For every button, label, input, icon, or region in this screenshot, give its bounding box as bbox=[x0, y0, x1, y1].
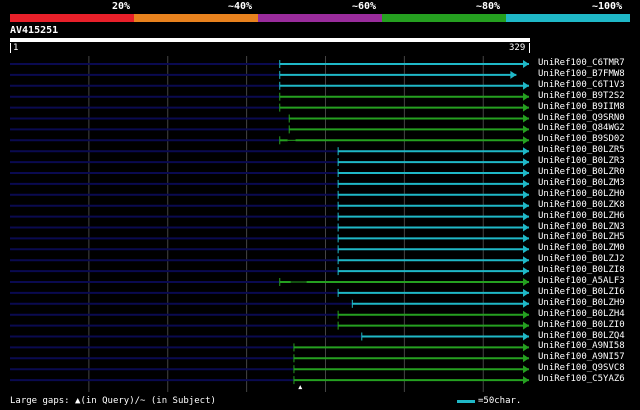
scale-label-20: 20% bbox=[112, 1, 131, 12]
hit-arrow bbox=[523, 332, 529, 341]
hit-arrow bbox=[523, 81, 529, 90]
hit-arrow bbox=[523, 147, 529, 156]
scale-legend-swatch bbox=[457, 399, 475, 403]
hit-arrow bbox=[523, 169, 529, 177]
hit-label[interactable]: UniRef100_B0LZQ4 bbox=[538, 331, 625, 342]
hit-label[interactable]: UniRef100_B7FMW8 bbox=[538, 69, 625, 80]
hit-arrow bbox=[523, 321, 529, 330]
gaps-legend: Large gaps: ▲(in Query)/~ (in Subject) bbox=[10, 396, 216, 406]
hit-arrow bbox=[523, 92, 529, 101]
hit-arrow bbox=[510, 70, 517, 79]
hit-arrow bbox=[523, 212, 529, 221]
hit-arrow bbox=[523, 125, 529, 134]
hit-label[interactable]: UniRef100_B0LZI6 bbox=[538, 287, 625, 298]
hit-label[interactable]: UniRef100_B0LZI0 bbox=[538, 320, 625, 331]
hit-label[interactable]: UniRef100_B0LZM3 bbox=[538, 178, 625, 189]
hit-label[interactable]: UniRef100_Q9SVC8 bbox=[538, 363, 625, 374]
alignment-plot: UniRef100_C6TMR7 UniRef100_B7FMW8 UniRef10… bbox=[0, 56, 640, 392]
hit-arrow bbox=[523, 365, 529, 374]
hit-arrow bbox=[523, 223, 529, 232]
hit-arrow bbox=[523, 267, 529, 276]
hit-arrow bbox=[523, 190, 529, 199]
hit-label[interactable]: UniRef100_A9NI57 bbox=[538, 352, 625, 363]
hit-label[interactable]: UniRef100_B0LZI8 bbox=[538, 265, 625, 276]
identity-color-scale bbox=[10, 14, 630, 22]
hit-arrow bbox=[523, 158, 529, 167]
hit-arrow bbox=[523, 245, 529, 254]
query-gap-marker bbox=[298, 385, 303, 390]
scale-seg-green bbox=[382, 14, 506, 22]
ruler-end-tick bbox=[529, 43, 530, 53]
hit-label[interactable]: UniRef100_B0LZH5 bbox=[538, 232, 625, 243]
scale-seg-purple bbox=[258, 14, 382, 22]
scale-legend-label: =50char. bbox=[478, 396, 522, 406]
ruler-start-label: 1 bbox=[13, 43, 19, 53]
hit-arrow bbox=[523, 288, 529, 297]
query-bar bbox=[10, 38, 530, 42]
query-title: AV415251 bbox=[10, 25, 59, 36]
hit-label[interactable]: UniRef100_B0LZH0 bbox=[538, 189, 625, 200]
scale-label-40: ~40% bbox=[228, 1, 253, 12]
scale-label-100: ~100% bbox=[592, 1, 623, 12]
scale-label-80: ~80% bbox=[476, 1, 501, 12]
hit-arrow bbox=[523, 310, 529, 319]
hit-label[interactable]: UniRef100_C6T1V3 bbox=[538, 80, 625, 91]
hit-label[interactable]: UniRef100_Q84WG2 bbox=[538, 123, 625, 134]
hit-label[interactable]: UniRef100_B9SD02 bbox=[538, 134, 625, 145]
hit-arrow bbox=[523, 136, 529, 145]
hit-arrow bbox=[523, 256, 529, 265]
hit-label[interactable]: UniRef100_B0LZR0 bbox=[538, 167, 625, 178]
identity-scale-labels: 20% ~40% ~60% ~80% ~100% bbox=[0, 0, 640, 14]
hit-arrow bbox=[523, 114, 529, 123]
hit-arrow bbox=[523, 299, 529, 308]
hit-label[interactable]: UniRef100_B0LZN3 bbox=[538, 222, 625, 233]
hit-label[interactable]: UniRef100_B0LZR3 bbox=[538, 156, 625, 167]
hit-arrow bbox=[523, 354, 529, 363]
hit-label[interactable]: UniRef100_C5YAZ6 bbox=[538, 374, 625, 385]
hit-label[interactable]: UniRef100_A5ALF3 bbox=[538, 276, 625, 287]
hit-label[interactable]: UniRef100_B0LZR5 bbox=[538, 145, 625, 156]
hit-arrow bbox=[523, 376, 529, 385]
hit-label[interactable]: UniRef100_B0LZH6 bbox=[538, 211, 625, 222]
scale-seg-red bbox=[10, 14, 134, 22]
scale-label-60: ~60% bbox=[352, 1, 377, 12]
hit-label[interactable]: UniRef100_B0LZH4 bbox=[538, 309, 625, 320]
hit-label[interactable]: UniRef100_B0LZK8 bbox=[538, 200, 625, 211]
hit-label[interactable]: UniRef100_A9NI58 bbox=[538, 341, 625, 352]
scale-legend: =50char. bbox=[457, 396, 521, 406]
hit-label[interactable]: UniRef100_B0LZH9 bbox=[538, 298, 625, 309]
ruler-end-label: 329 bbox=[509, 43, 526, 53]
hit-label[interactable]: UniRef100_B0LZM0 bbox=[538, 243, 625, 254]
hit-label[interactable]: UniRef100_B9IIM8 bbox=[538, 102, 625, 113]
hit-label[interactable]: UniRef100_Q9SRN0 bbox=[538, 113, 625, 124]
hit-arrow bbox=[523, 179, 529, 188]
hit-label[interactable]: UniRef100_B9T2S2 bbox=[538, 91, 625, 102]
scale-seg-cyan bbox=[506, 14, 630, 22]
hit-label[interactable]: UniRef100_C6TMR7 bbox=[538, 58, 625, 69]
hit-arrow bbox=[523, 60, 529, 68]
hit-label[interactable]: UniRef100_B0LZJ2 bbox=[538, 254, 625, 265]
hit-arrow bbox=[523, 278, 529, 286]
hit-arrow bbox=[523, 343, 529, 352]
scale-seg-orange bbox=[134, 14, 258, 22]
hit-arrow bbox=[523, 103, 529, 112]
hit-arrow bbox=[523, 234, 529, 243]
hit-arrow bbox=[523, 201, 529, 210]
